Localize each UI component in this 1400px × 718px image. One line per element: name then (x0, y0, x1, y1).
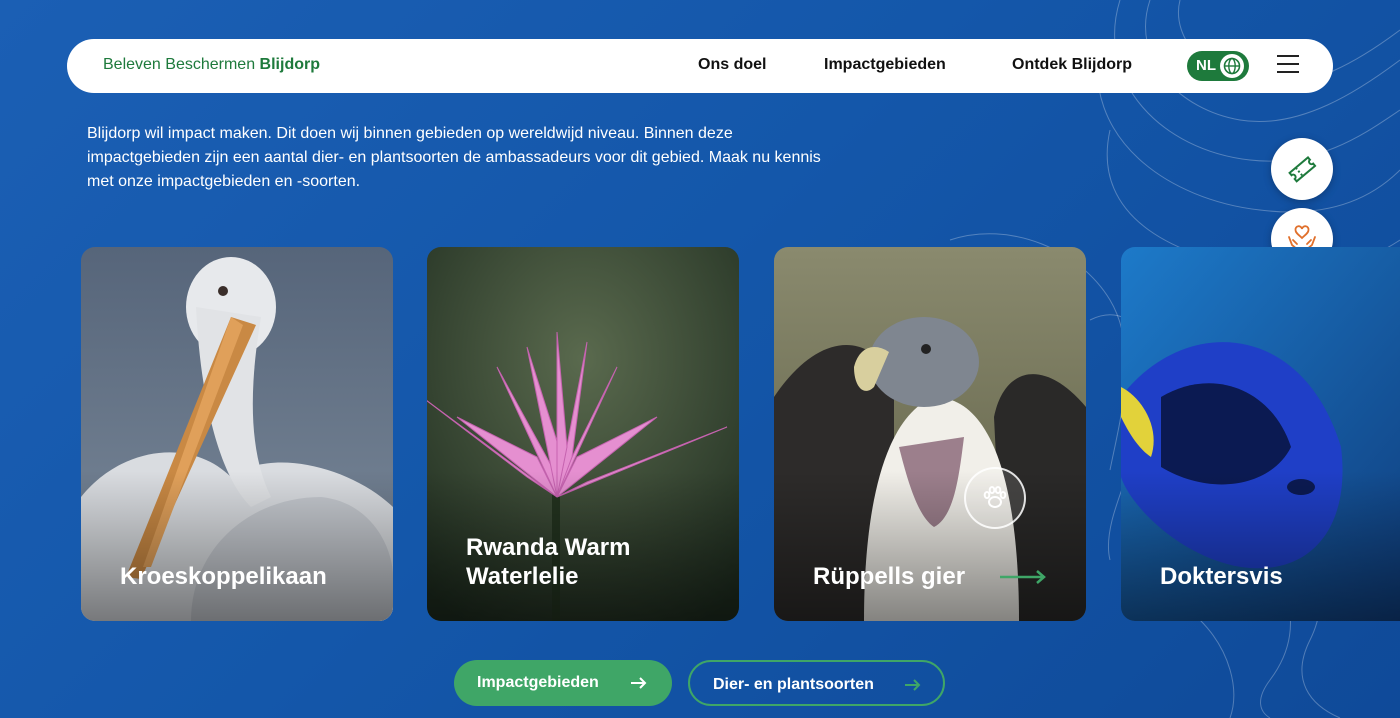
button-label: Impactgebieden (477, 674, 599, 691)
species-card-rwanda-warm-waterlelie[interactable]: Rwanda Warm Waterlelie (427, 247, 739, 621)
intro-text: Blijdorp wil impact maken. Dit doen wij … (87, 125, 821, 190)
site-header: Beleven Beschermen Blijdorp Ons doel Imp… (67, 39, 1333, 93)
tickets-button[interactable] (1271, 138, 1333, 200)
card-overlay (1121, 471, 1400, 621)
arrow-right-icon (631, 677, 647, 689)
brand-logo[interactable]: Beleven Beschermen Blijdorp (103, 56, 320, 74)
impactgebieden-button[interactable]: Impactgebieden (454, 660, 672, 706)
language-switcher[interactable]: NL (1187, 51, 1249, 81)
arrow-right-icon (1000, 570, 1046, 584)
card-overlay (774, 471, 1086, 621)
species-card-ruppells-gier[interactable]: Rüppells gier (774, 247, 1086, 621)
nav-ons-doel[interactable]: Ons doel (698, 56, 766, 74)
dier-en-plantsoorten-button[interactable]: Dier- en plantsoorten (688, 660, 945, 706)
card-title: Rwanda Warm Waterlelie (466, 534, 631, 590)
card-title: Kroeskoppelikaan (120, 563, 327, 590)
species-card-doktersvis[interactable]: Doktersvis (1121, 247, 1400, 621)
species-card-kroeskoppelikaan[interactable]: Kroeskoppelikaan (81, 247, 393, 621)
paw-icon (964, 467, 1026, 529)
nav-ontdek-blijdorp[interactable]: Ontdek Blijdorp (1012, 56, 1132, 74)
card-title: Doktersvis (1160, 563, 1283, 590)
hamburger-menu-icon[interactable] (1277, 55, 1299, 77)
arrow-right-icon (905, 679, 921, 691)
card-overlay (81, 471, 393, 621)
globe-icon (1220, 54, 1244, 78)
button-label: Dier- en plantsoorten (713, 676, 874, 693)
brand-name: Blijdorp (259, 56, 320, 73)
brand-tagline: Beleven Beschermen (103, 56, 256, 73)
nav-impactgebieden[interactable]: Impactgebieden (824, 56, 946, 74)
ticket-icon (1288, 156, 1317, 183)
language-code: NL (1196, 57, 1216, 74)
